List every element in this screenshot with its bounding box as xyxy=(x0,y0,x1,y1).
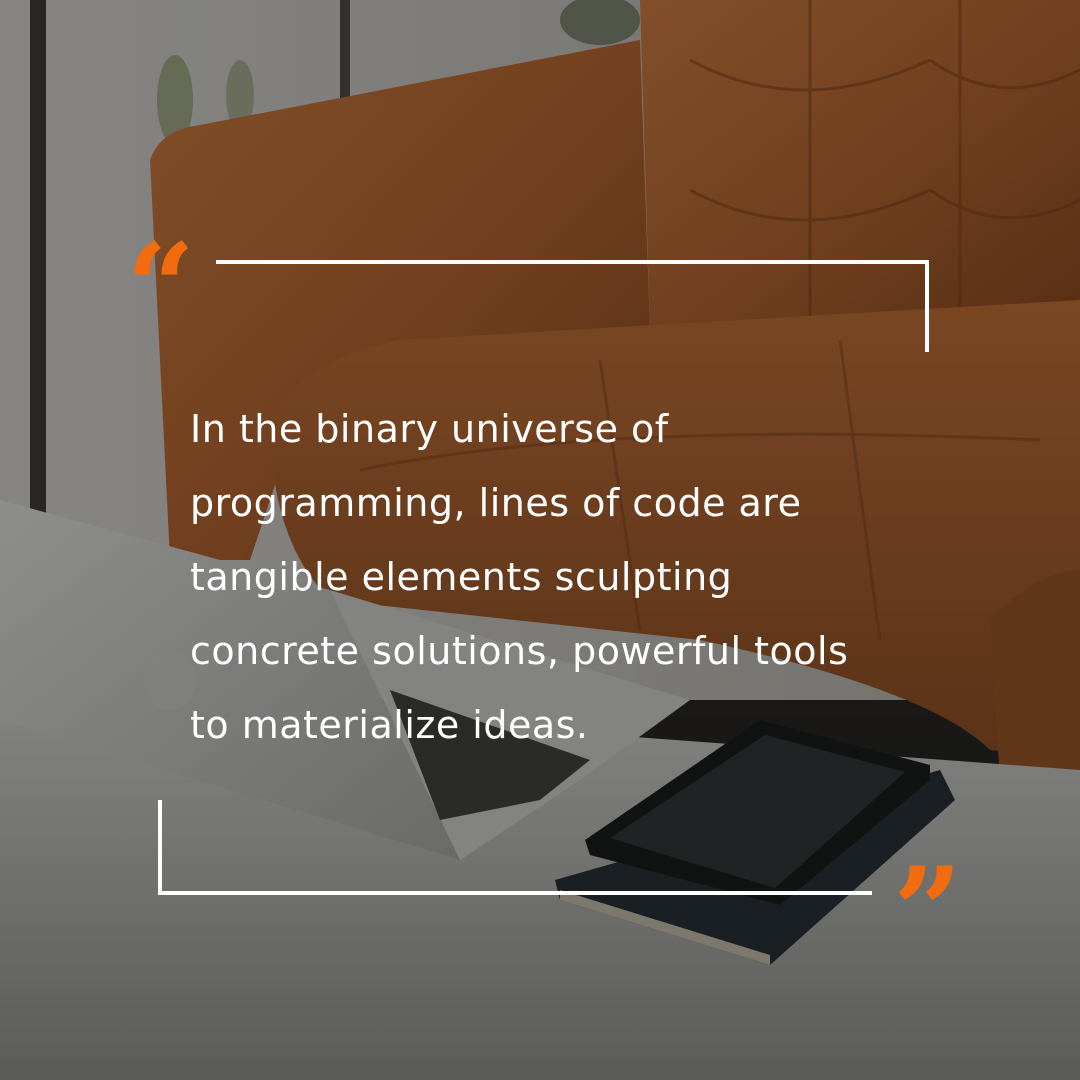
frame-bottom-left-line xyxy=(158,800,162,895)
open-quote-icon: “ xyxy=(126,217,196,358)
quote-card: “ ” In the binary universe of programmin… xyxy=(0,0,1080,1080)
close-quote-icon: ” xyxy=(893,841,963,982)
frame-top-right-line xyxy=(925,260,929,352)
frame-top-line xyxy=(216,260,928,264)
frame-bottom-line xyxy=(158,891,872,895)
quote-text: In the binary universe of programming, l… xyxy=(190,407,849,747)
